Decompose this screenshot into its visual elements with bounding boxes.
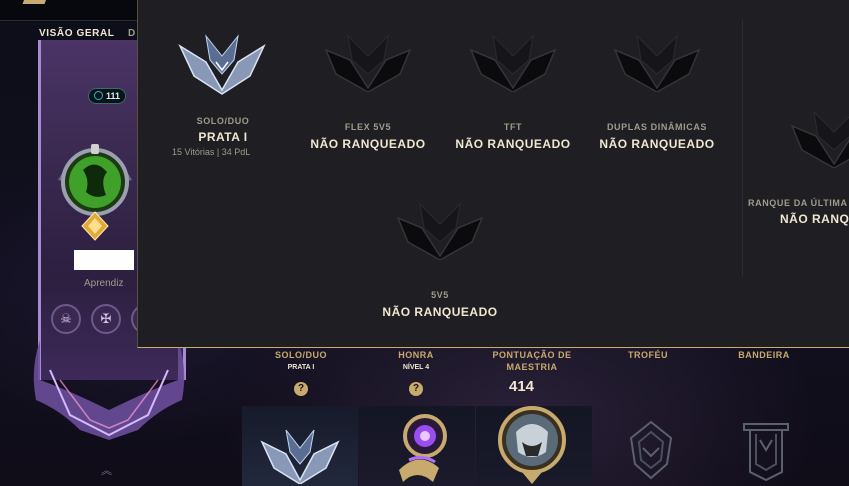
crest-unranked-icon [613, 34, 701, 92]
solo-rank-card[interactable] [242, 406, 358, 486]
queue-rank: NÃO RANQUEADO [455, 137, 571, 151]
last-season-label: RANQUE DA ÚLTIMA [748, 198, 848, 208]
honor-card[interactable] [359, 406, 475, 486]
queue-label: FLEX 5V5 [344, 122, 392, 132]
top-strip [0, 0, 137, 21]
mastery-champion-icon [498, 406, 566, 484]
level-ring-icon [94, 91, 103, 100]
honor-icon [399, 414, 447, 482]
crest-silver-icon [260, 429, 340, 484]
profile-title: Aprendiz [84, 278, 124, 289]
crest-unranked-icon [324, 34, 412, 92]
help-icon[interactable]: ? [294, 382, 308, 396]
summary-honor-value: NÍVEL 4 [402, 364, 430, 371]
summoner-icon[interactable] [50, 140, 140, 245]
mastery-card[interactable] [476, 406, 592, 486]
queue-lp-value: 34 PdL [221, 147, 251, 157]
summary-banner-label: BANDEIRA [738, 350, 790, 360]
challenge-token-icon[interactable]: ☠ [51, 304, 81, 334]
summary-mastery-label-1: PONTUAÇÃO DE [492, 350, 572, 360]
tab-second-label: D [128, 28, 136, 39]
trophy-icon [629, 420, 673, 480]
queue-label: 5V5 [431, 290, 449, 300]
crest-unranked-icon [469, 34, 557, 92]
summary-trophy-label: TROFÉU [628, 350, 668, 360]
summary-solo-label: SOLO/DUO [274, 350, 327, 360]
level-value: 111 [106, 91, 121, 101]
queue-label: DUPLAS DINÂMICAS [606, 122, 708, 132]
crest-unranked-icon [396, 202, 484, 260]
ranked-popup: SOLO/DUO PRATA I 15 Vitórias | 34 PdL FL… [137, 0, 849, 348]
queue-rank: NÃO RANQUEADO [599, 137, 715, 151]
trophy-card[interactable] [593, 406, 709, 486]
queue-rank: PRATA I [198, 130, 248, 144]
banner-icon [743, 423, 789, 482]
banner-card[interactable] [710, 406, 826, 486]
tab-overview-label: VISÃO GERAL [39, 28, 115, 39]
last-season-rank: NÃO RANQ [780, 212, 849, 226]
tab-overview[interactable]: VISÃO GERAL [39, 28, 115, 45]
summary-solo-value: PRATA I [287, 364, 315, 371]
summary-mastery-label-2: MAESTRIA [506, 362, 558, 372]
queue-wins-value: 15 Vitórias [172, 147, 215, 157]
gold-accent [22, 0, 48, 4]
queue-label: TFT [503, 122, 523, 132]
queue-label: SOLO/DUO [196, 116, 250, 126]
level-badge: 111 [88, 88, 127, 104]
summoner-name-box [74, 250, 134, 270]
queue-rank: NÃO RANQUEADO [310, 137, 426, 151]
popup-divider [742, 20, 743, 276]
summary-honor-label: HONRA [398, 350, 434, 360]
queue-rank: NÃO RANQUEADO [382, 305, 498, 319]
crest-silver-icon [178, 34, 266, 95]
queue-wins: 15 Vitórias | 34 PdL [172, 147, 251, 157]
crest-unranked-icon [790, 110, 849, 168]
help-icon[interactable]: ? [409, 382, 423, 396]
mastery-score: 414 [509, 378, 535, 395]
chevron-up-icon[interactable]: ︽ [101, 462, 112, 478]
challenge-token-icon[interactable]: ✠ [91, 304, 121, 334]
tab-second[interactable]: D [128, 28, 136, 39]
